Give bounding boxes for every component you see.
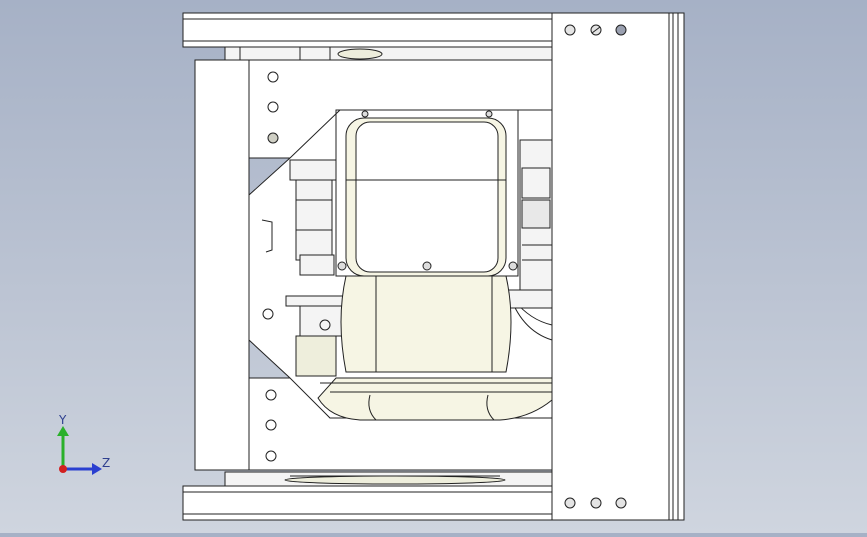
assembly-drawing[interactable] — [0, 0, 867, 533]
top-rail — [182, 12, 554, 61]
z-axis-label: Z — [102, 456, 111, 470]
motor-housing — [335, 109, 519, 277]
coordinate-triad: Y Z — [48, 412, 118, 482]
right-end-plate — [551, 12, 685, 521]
cad-viewport[interactable]: Y Z — [0, 0, 867, 533]
bottom-rail — [182, 471, 554, 521]
y-axis-label: Y — [59, 413, 67, 427]
